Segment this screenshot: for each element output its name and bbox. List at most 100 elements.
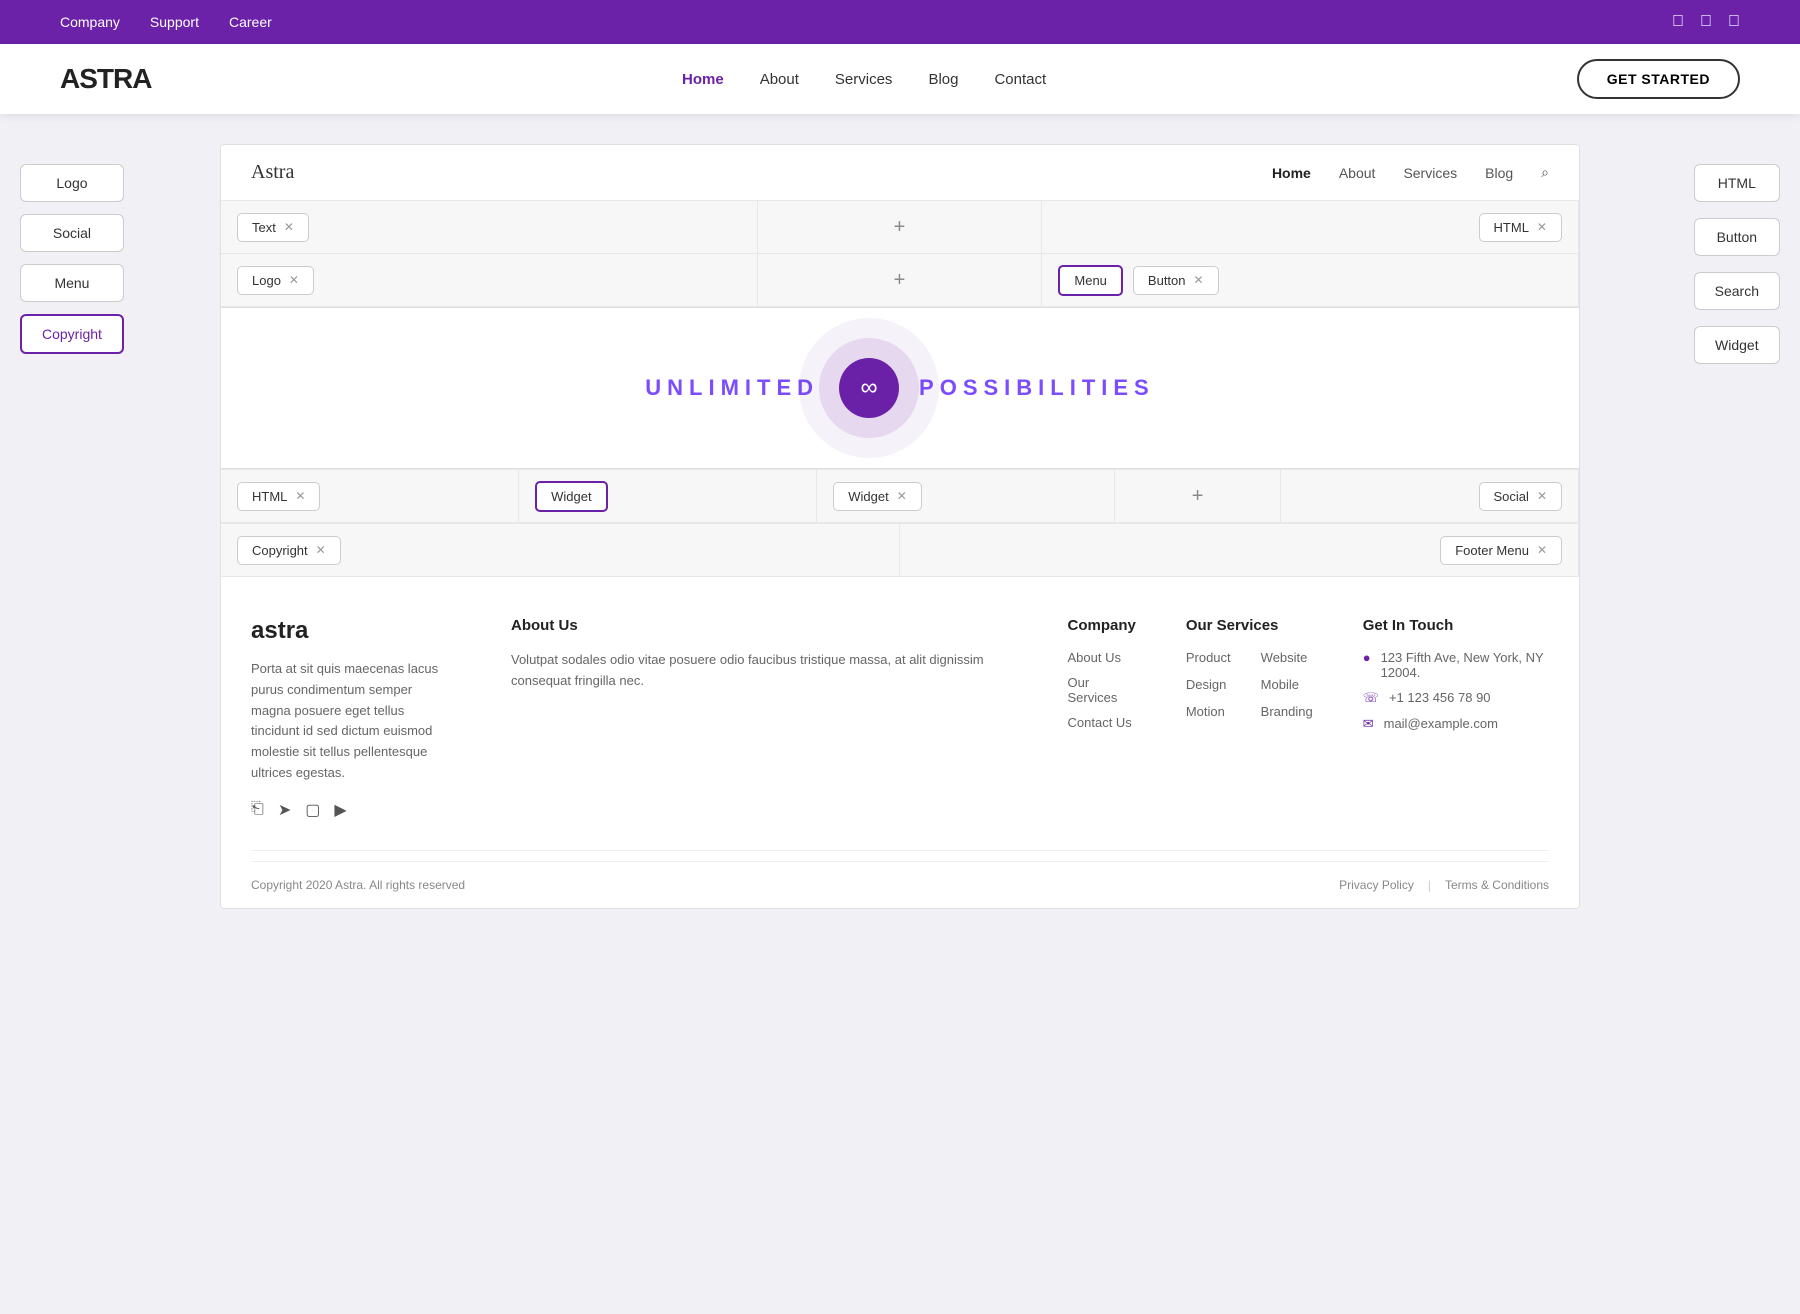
menu-chip-label: Menu bbox=[1074, 273, 1107, 288]
list-item[interactable]: Website bbox=[1261, 650, 1313, 665]
footer-tw-icon[interactable]: ➤ bbox=[278, 800, 291, 820]
nav-link-about[interactable]: About bbox=[760, 71, 799, 88]
editor-row-2: Logo ✕ + Menu Button ✕ bbox=[221, 254, 1579, 307]
nav-link-home[interactable]: Home bbox=[682, 71, 724, 88]
right-panel-search[interactable]: Search bbox=[1694, 272, 1780, 310]
footer-brand-name: astra bbox=[251, 617, 451, 645]
right-panel-button[interactable]: Button bbox=[1694, 218, 1780, 256]
location-icon: ● bbox=[1363, 650, 1371, 665]
editor-cell-menu-button: Menu Button ✕ bbox=[1042, 254, 1579, 306]
text-chip-label: Text bbox=[252, 220, 276, 235]
right-panel-widget[interactable]: Widget bbox=[1694, 326, 1780, 364]
footer-copyright-label: Copyright bbox=[252, 543, 308, 558]
inner-nav-home[interactable]: Home bbox=[1272, 165, 1311, 181]
footer-editor-plus: + bbox=[1115, 470, 1281, 522]
footer-add-button[interactable]: + bbox=[1192, 485, 1204, 508]
footer-ig-icon[interactable]: ▢ bbox=[305, 800, 320, 820]
add-button-2[interactable]: + bbox=[894, 269, 906, 292]
main-nav-links: Home About Services Blog Contact bbox=[682, 71, 1046, 88]
unlimited-section: UNLIMITED ∞ POSSIBILITIES bbox=[221, 308, 1579, 468]
footer-widget2-chip[interactable]: Widget ✕ bbox=[833, 482, 922, 511]
footer-col-contact: Get In Touch ● 123 Fifth Ave, New York, … bbox=[1363, 617, 1549, 820]
topbar-link-support[interactable]: Support bbox=[150, 14, 199, 30]
panel-item-menu[interactable]: Menu bbox=[20, 264, 124, 302]
phone-icon: ☏ bbox=[1363, 690, 1379, 706]
logo-chip-close[interactable]: ✕ bbox=[289, 273, 299, 287]
editor-cell-html: HTML ✕ bbox=[1042, 201, 1579, 253]
top-bar-nav: Company Support Career bbox=[60, 14, 272, 30]
infinity-icon: ∞ bbox=[860, 374, 877, 402]
list-item[interactable]: About Us bbox=[1068, 650, 1136, 665]
footer-editor-footermenu: Footer Menu ✕ bbox=[900, 524, 1579, 576]
panel-item-copyright[interactable]: Copyright bbox=[20, 314, 124, 354]
footer-social-chip[interactable]: Social ✕ bbox=[1479, 482, 1562, 511]
footer-fb-icon[interactable]: ⎗ bbox=[251, 800, 264, 820]
list-item[interactable]: Design bbox=[1186, 677, 1231, 692]
right-panel-html[interactable]: HTML bbox=[1694, 164, 1780, 202]
inner-nav-blog[interactable]: Blog bbox=[1485, 165, 1513, 181]
button-chip-label: Button bbox=[1148, 273, 1186, 288]
right-panel: HTML Button Search Widget bbox=[1674, 144, 1800, 384]
html-chip-close[interactable]: ✕ bbox=[1537, 220, 1547, 234]
footer-editor-row-1: HTML ✕ Widget Widget ✕ + bbox=[221, 469, 1579, 523]
footer-widget2-close[interactable]: ✕ bbox=[897, 489, 907, 503]
top-bar-social-icons:    bbox=[1672, 13, 1740, 31]
button-chip-close[interactable]: ✕ bbox=[1194, 273, 1204, 287]
footer-copyright-close[interactable]: ✕ bbox=[316, 543, 326, 557]
footer-col-about-title: About Us bbox=[511, 617, 1018, 634]
panel-item-social[interactable]: Social bbox=[20, 214, 124, 252]
editor-cell-plus-1: + bbox=[758, 201, 1043, 253]
twitter-icon[interactable]:  bbox=[1700, 13, 1712, 31]
footer-menu-chip[interactable]: Footer Menu ✕ bbox=[1440, 536, 1562, 565]
footer-bottom-links: Privacy Policy | Terms & Conditions bbox=[1339, 878, 1549, 892]
text-chip-close[interactable]: ✕ bbox=[284, 220, 294, 234]
get-started-button[interactable]: GET STARTED bbox=[1577, 59, 1740, 99]
list-item[interactable]: Motion bbox=[1186, 704, 1231, 719]
inner-logo: Astra bbox=[251, 161, 294, 184]
panel-item-logo[interactable]: Logo bbox=[20, 164, 124, 202]
email-icon: ✉ bbox=[1363, 716, 1374, 732]
nav-link-services[interactable]: Services bbox=[835, 71, 893, 88]
topbar-link-company[interactable]: Company bbox=[60, 14, 120, 30]
add-button-1[interactable]: + bbox=[894, 216, 906, 239]
footer-col-about: About Us Volutpat sodales odio vitae pos… bbox=[511, 617, 1018, 820]
footer-editor-html: HTML ✕ bbox=[221, 470, 519, 522]
text-chip[interactable]: Text ✕ bbox=[237, 213, 309, 242]
footer-widget2-label: Widget bbox=[848, 489, 888, 504]
search-icon[interactable]: ⌕ bbox=[1541, 164, 1549, 181]
instagram-icon[interactable]:  bbox=[1728, 13, 1740, 31]
footer-widget1-chip[interactable]: Widget bbox=[535, 481, 607, 512]
footer-menu-close[interactable]: ✕ bbox=[1537, 543, 1547, 557]
footer-html-chip[interactable]: HTML ✕ bbox=[237, 482, 320, 511]
inner-nav-about[interactable]: About bbox=[1339, 165, 1376, 181]
list-item[interactable]: Our Services bbox=[1068, 675, 1136, 705]
inner-nav-services[interactable]: Services bbox=[1403, 165, 1457, 181]
nav-link-blog[interactable]: Blog bbox=[928, 71, 958, 88]
footer-social-icons: ⎗ ➤ ▢ ▶ bbox=[251, 800, 451, 820]
list-item[interactable]: Product bbox=[1186, 650, 1231, 665]
list-item[interactable]: Contact Us bbox=[1068, 715, 1136, 730]
footer-menu-label: Footer Menu bbox=[1455, 543, 1529, 558]
main-nav: ASTRA Home About Services Blog Contact G… bbox=[0, 44, 1800, 114]
topbar-link-career[interactable]: Career bbox=[229, 14, 272, 30]
list-item[interactable]: Branding bbox=[1261, 704, 1313, 719]
nav-link-contact[interactable]: Contact bbox=[994, 71, 1046, 88]
footer-brand: astra Porta at sit quis maecenas lacus p… bbox=[251, 617, 451, 820]
html-chip-label: HTML bbox=[1494, 220, 1529, 235]
header-editor: Text ✕ + HTML ✕ Logo bbox=[221, 201, 1579, 308]
button-chip[interactable]: Button ✕ bbox=[1133, 266, 1219, 295]
terms-link[interactable]: Terms & Conditions bbox=[1445, 878, 1549, 892]
logo-chip[interactable]: Logo ✕ bbox=[237, 266, 314, 295]
menu-chip[interactable]: Menu bbox=[1058, 265, 1123, 296]
footer-copyright-chip[interactable]: Copyright ✕ bbox=[237, 536, 341, 565]
footer-yt-icon[interactable]: ▶ bbox=[334, 800, 346, 820]
footer-html-close[interactable]: ✕ bbox=[295, 489, 305, 503]
footer-col-company-title: Company bbox=[1068, 617, 1136, 634]
html-chip[interactable]: HTML ✕ bbox=[1479, 213, 1562, 242]
editor-cell-text: Text ✕ bbox=[221, 201, 758, 253]
facebook-icon[interactable]:  bbox=[1672, 13, 1684, 31]
privacy-policy-link[interactable]: Privacy Policy bbox=[1339, 878, 1414, 892]
list-item[interactable]: Mobile bbox=[1261, 677, 1313, 692]
footer-editor-copyright: Copyright ✕ bbox=[221, 524, 900, 576]
footer-social-close[interactable]: ✕ bbox=[1537, 489, 1547, 503]
